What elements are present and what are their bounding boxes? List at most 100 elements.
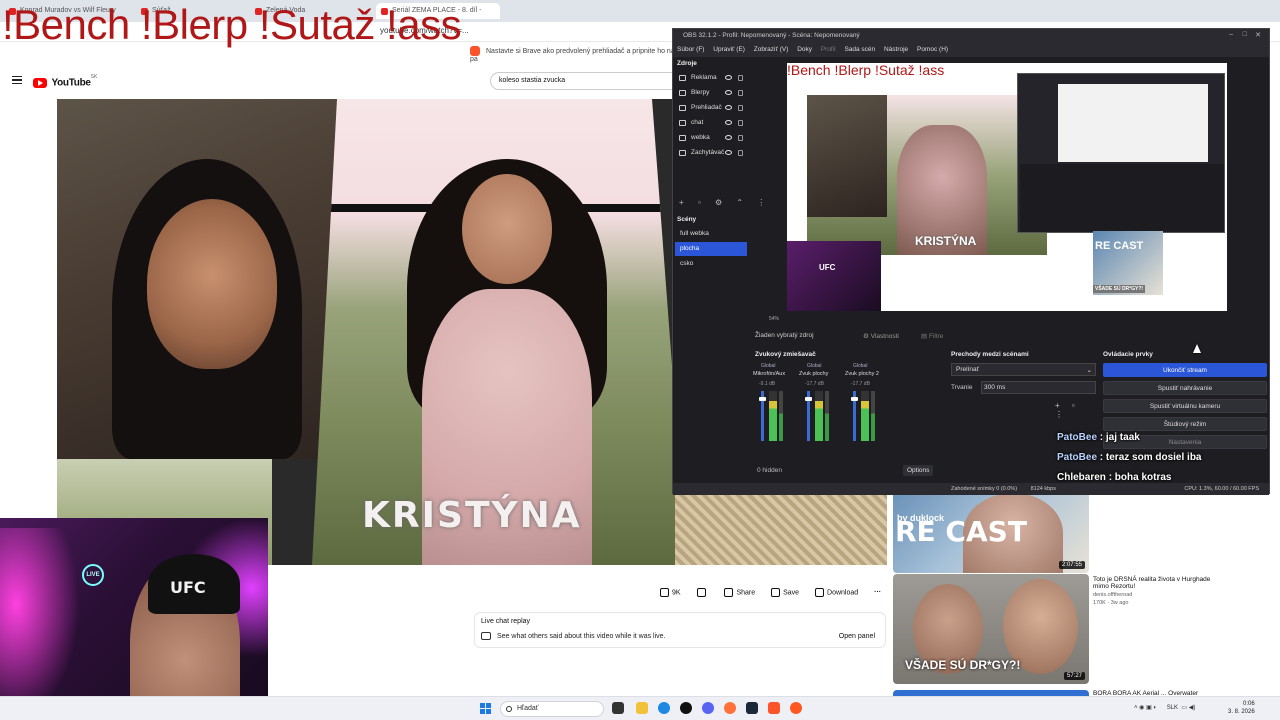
edge-icon[interactable] — [658, 702, 670, 714]
video-frame-left — [57, 99, 357, 459]
like-button[interactable]: 9K — [660, 588, 681, 597]
obs-menubar: Súbor (F) Upraviť (E) Zobraziť (V) Doky … — [673, 43, 1269, 57]
eye-icon[interactable] — [725, 120, 732, 125]
menu-file[interactable]: Súbor (F) — [677, 46, 704, 53]
source-item[interactable]: Zachytávač — [677, 147, 745, 160]
menu-docks[interactable]: Doky — [797, 46, 812, 53]
source-item[interactable]: chat — [677, 117, 745, 130]
lock-icon[interactable] — [738, 75, 743, 81]
volume-knob[interactable] — [759, 397, 766, 401]
source-item[interactable]: Reklama — [677, 72, 745, 85]
system-tray[interactable]: ˄ ◉ ▣ ◐ SLK ▭ ◀) — [1134, 704, 1195, 711]
obs-icon[interactable] — [680, 702, 692, 714]
scene-item[interactable]: full webka — [675, 227, 747, 241]
sources-title: Zdroje — [677, 60, 697, 67]
chat-message: PatoBee : teraz som dosiel iba — [1057, 452, 1202, 463]
lock-icon[interactable] — [738, 90, 743, 96]
windows-start-icon[interactable] — [480, 703, 491, 714]
open-panel-button[interactable]: Open panel — [839, 633, 875, 640]
close-icon[interactable]: ✕ — [1255, 31, 1261, 39]
eye-icon[interactable] — [725, 135, 732, 140]
menu-tools[interactable]: Nástroje — [884, 46, 908, 53]
menu-scene-collection[interactable]: Sada scén — [844, 46, 875, 53]
brave-icon[interactable] — [768, 702, 780, 714]
task-view-icon[interactable] — [612, 702, 624, 714]
transition-toolbar[interactable]: + ▫ ⋮ — [1055, 401, 1099, 419]
eye-icon[interactable] — [725, 105, 732, 110]
sources-toolbar[interactable]: + ▫ ⚙ ⌃ ⋮ — [679, 198, 771, 207]
chat-overlay: PatoBee : jaj taak PatoBee : teraz som d… — [1057, 432, 1277, 492]
stop-stream-button[interactable]: Ukončiť stream — [1103, 363, 1267, 377]
preview-overlay-title: !Bench !Blerp !Sutaž !ass — [787, 63, 945, 78]
discord-icon[interactable] — [702, 702, 714, 714]
video-actions: 9K Share Save Download ··· — [660, 588, 888, 606]
webcam-overlay: LIVE UFC — [0, 518, 268, 720]
volume-meter — [769, 391, 777, 441]
youtube-search-input[interactable]: koleso stastia zvucka — [490, 72, 675, 90]
audio-mixer: Zvukový zmiešavač Global Mikrofón/Aux -9… — [753, 351, 943, 481]
app-icon[interactable] — [790, 702, 802, 714]
preview-video — [807, 95, 1047, 255]
mixer-options-button[interactable]: Options — [903, 465, 934, 476]
save-button[interactable]: Save — [771, 588, 799, 597]
source-item[interactable]: Prehliadač — [677, 102, 745, 115]
filters-button[interactable]: ▤ Filtre — [921, 332, 943, 340]
dislike-button[interactable] — [696, 588, 709, 597]
taskbar-search[interactable]: Hľadať — [500, 701, 604, 717]
menu-profile[interactable]: Profil — [821, 46, 836, 53]
firefox-icon[interactable] — [724, 702, 736, 714]
properties-button[interactable]: ⚙ Vlastnosti — [863, 332, 899, 340]
thumbs-down-icon — [696, 588, 706, 597]
minimize-icon[interactable]: – — [1229, 31, 1233, 38]
file-explorer-icon[interactable] — [636, 702, 648, 714]
menu-view[interactable]: Zobraziť (V) — [754, 46, 789, 53]
transition-duration-input[interactable]: 300 ms — [981, 381, 1096, 394]
clock[interactable]: 0:06 3. 8. 2026 — [1228, 700, 1255, 716]
scenes-title: Scény — [677, 216, 697, 223]
start-virtual-camera-button[interactable]: Spustiť virtuálnu kameru — [1103, 399, 1267, 413]
transition-select[interactable]: Prelínať ⌄ — [951, 363, 1096, 376]
eye-icon[interactable] — [725, 150, 732, 155]
steam-icon[interactable] — [746, 702, 758, 714]
obs-window: OBS 32.1.2 - Profil: Nepomenovaný - Scén… — [672, 28, 1270, 495]
chevron-down-icon: ⌄ — [1086, 367, 1092, 374]
thumbs-up-icon — [660, 588, 669, 597]
start-recording-button[interactable]: Spustiť nahrávanie — [1103, 381, 1267, 395]
hidden-count: 0 hidden — [757, 467, 782, 474]
volume-knob[interactable] — [805, 397, 812, 401]
eye-icon[interactable] — [725, 90, 732, 95]
lock-icon[interactable] — [738, 120, 743, 126]
taskbar: Hľadať ˄ ◉ ▣ ◐ SLK ▭ ◀) 0:06 3. 8. 2026 — [0, 696, 1280, 720]
scene-item-selected[interactable]: plocha — [675, 242, 747, 256]
share-button[interactable]: Share — [724, 588, 755, 597]
lock-icon[interactable] — [738, 135, 743, 141]
source-item[interactable]: Blerpy — [677, 87, 745, 100]
volume-knob[interactable] — [851, 397, 858, 401]
eye-icon[interactable] — [725, 75, 732, 80]
studio-mode-button[interactable]: Štúdiový režim — [1103, 417, 1267, 431]
download-button[interactable]: Download — [815, 588, 858, 597]
hamburger-menu-icon[interactable] — [12, 76, 22, 84]
brave-logo-icon — [470, 46, 480, 56]
scene-item[interactable]: csko — [675, 257, 747, 271]
video-frame-basket — [675, 494, 887, 565]
recommended-thumbnail-2[interactable]: VŠADE SÚ DR*GY?! 57:27 — [893, 574, 1089, 684]
live-neon-sign: LIVE — [82, 564, 104, 586]
source-type-icon — [679, 150, 686, 156]
youtube-logo[interactable]: YouTubeSK — [33, 74, 97, 88]
menu-help[interactable]: Pomoc (H) — [917, 46, 948, 53]
source-type-icon — [679, 120, 686, 126]
preview-thumbnail-caption: VŠADE SÚ DR*GY?! — [1093, 285, 1146, 293]
menu-edit[interactable]: Upraviť (E) — [713, 46, 745, 53]
more-actions-icon[interactable]: ··· — [874, 589, 888, 596]
source-control-bar: Žiaden vybratý zdroj ⚙ Vlastnosti ▤ Filt… — [755, 332, 944, 340]
volume-meter — [815, 391, 823, 441]
lock-icon[interactable] — [738, 105, 743, 111]
recommended-meta-2[interactable]: Toto je DRSNÁ realita života v Hurghade … — [1093, 576, 1223, 606]
source-item[interactable]: webka — [677, 132, 745, 145]
obs-preview[interactable]: !Bench !Blerp !Sutaž !ass KRISTÝNA UFC R… — [787, 63, 1227, 311]
preview-webcam: UFC — [787, 241, 881, 311]
lock-icon[interactable] — [738, 150, 743, 156]
maximize-icon[interactable]: □ — [1243, 31, 1247, 38]
chat-message: PatoBee : jaj taak — [1057, 432, 1140, 443]
